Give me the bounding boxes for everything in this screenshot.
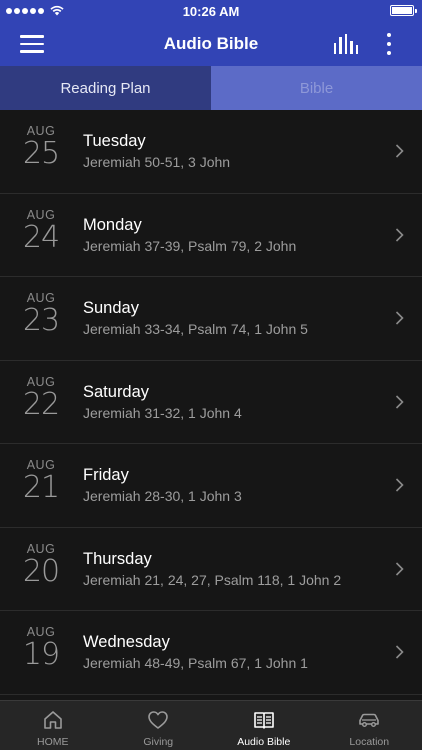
chevron-right-icon <box>395 144 404 158</box>
passages-label: Jeremiah 33-34, Psalm 74, 1 John 5 <box>83 321 308 337</box>
day-number: 22 <box>22 386 60 422</box>
weekday-label: Saturday <box>83 382 150 401</box>
chevron-right-icon <box>395 561 404 576</box>
chevron-right-icon <box>395 478 404 492</box>
signal-icon <box>6 7 44 14</box>
passages-label: Jeremiah 48-49, Psalm 67, 1 John 1 <box>83 655 308 671</box>
equalizer-icon[interactable] <box>334 34 359 54</box>
more-options-icon[interactable] <box>386 33 392 55</box>
tab-audio-bible[interactable]: Audio Bible <box>211 701 317 750</box>
battery-icon <box>390 5 417 16</box>
tab-giving-label: Giving <box>143 736 174 748</box>
weekday-label: Wednesday <box>83 633 170 651</box>
chevron-right-icon <box>395 394 404 409</box>
weekday-label: Thursday <box>83 549 152 568</box>
day-number: 21 <box>22 470 60 505</box>
day-number: 19 <box>22 637 60 672</box>
reading-row[interactable]: AUG 23 Sunday Jeremiah 33-34, Psalm 74, … <box>0 277 422 361</box>
passages-label: Jeremiah 31-32, 1 John 4 <box>83 404 242 421</box>
book-icon <box>253 712 274 729</box>
day-number: 24 <box>22 219 60 255</box>
passages-label: Jeremiah 37-39, Psalm 79, 2 John <box>83 237 297 254</box>
passages-label: Jeremiah 50-51, 3 John <box>83 154 231 170</box>
day-number: 25 <box>22 136 60 171</box>
tab-bible[interactable]: Bible <box>211 66 422 110</box>
page-title: Audio Bible <box>163 34 259 53</box>
tab-home-label: HOME <box>37 736 69 748</box>
weekday-label: Tuesday <box>83 132 146 150</box>
car-icon <box>359 713 380 727</box>
passages-label: Jeremiah 28-30, 1 John 3 <box>83 488 242 504</box>
chevron-right-icon <box>395 311 404 325</box>
status-time: 10:26 AM <box>182 3 240 19</box>
date-block: AUG 22 <box>20 375 62 422</box>
bottom-tab-bar: HOME Giving Audio Bible Location <box>0 700 422 750</box>
day-number: 20 <box>22 553 60 589</box>
passages-label: Jeremiah 21, 24, 27, Psalm 118, 1 John 2 <box>83 571 342 588</box>
date-block: AUG 21 <box>20 458 62 505</box>
reading-row[interactable]: AUG 25 Tuesday Jeremiah 50-51, 3 John <box>0 110 422 194</box>
weekday-label: Sunday <box>83 299 139 317</box>
day-number: 23 <box>22 303 60 338</box>
status-left <box>6 5 64 16</box>
date-block: AUG 24 <box>20 208 62 255</box>
reading-row[interactable]: AUG 22 Saturday Jeremiah 31-32, 1 John 4 <box>0 361 422 444</box>
reading-row[interactable]: AUG 24 Monday Jeremiah 37-39, Psalm 79, … <box>0 194 422 277</box>
heart-icon <box>148 711 169 729</box>
reading-list: AUG 25 Tuesday Jeremiah 50-51, 3 John AU… <box>0 110 422 700</box>
tab-location-label: Location <box>349 736 390 748</box>
tab-home[interactable]: HOME <box>0 701 106 750</box>
weekday-label: Monday <box>83 215 142 234</box>
menu-icon[interactable] <box>20 35 44 53</box>
reading-row[interactable]: AUG 19 Wednesday Jeremiah 48-49, Psalm 6… <box>0 611 422 695</box>
home-icon <box>43 711 62 729</box>
reading-row[interactable]: AUG 20 Thursday Jeremiah 21, 24, 27, Psa… <box>0 528 422 611</box>
chevron-right-icon <box>395 227 404 242</box>
nav-bar: Audio Bible <box>0 22 422 66</box>
date-block: AUG 25 <box>20 124 62 171</box>
tab-audio-bible-label: Audio Bible <box>237 736 291 748</box>
chevron-right-icon <box>395 645 404 659</box>
date-block: AUG 19 <box>20 625 62 672</box>
segment-tabs: Reading Plan Bible <box>0 66 422 110</box>
date-block: AUG 20 <box>20 542 62 589</box>
tab-location[interactable]: Location <box>317 701 422 750</box>
weekday-label: Friday <box>83 466 129 484</box>
reading-row[interactable]: AUG 21 Friday Jeremiah 28-30, 1 John 3 <box>0 444 422 528</box>
date-block: AUG 23 <box>20 291 62 338</box>
status-bar: 10:26 AM <box>0 0 422 22</box>
tab-giving[interactable]: Giving <box>106 701 212 750</box>
tab-reading-plan[interactable]: Reading Plan <box>0 66 211 110</box>
wifi-icon <box>50 5 64 16</box>
